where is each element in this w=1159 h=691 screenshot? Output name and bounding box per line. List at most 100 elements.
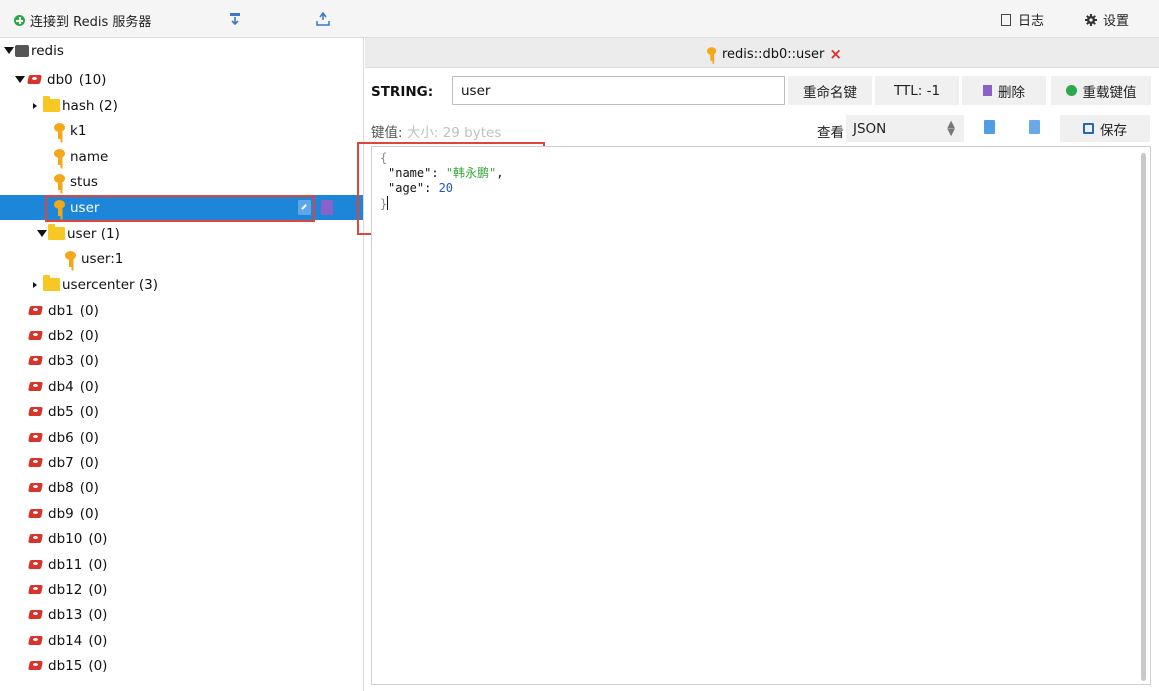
tree-db-item[interactable]: db10 (0) — [0, 527, 363, 552]
database-icon — [27, 380, 45, 394]
expand-arrow-icon[interactable] — [4, 47, 14, 54]
json-string-value: "韩永鹏" — [445, 166, 497, 180]
ttl-label: TTL: -1 — [893, 82, 941, 99]
tab-bar: redis::db0::user × — [365, 38, 1159, 68]
tree-folder-hash[interactable]: hash (2) — [0, 93, 363, 118]
tree-db-item[interactable]: db9 (0) — [0, 501, 363, 526]
db-count: (0) — [79, 505, 99, 522]
db-label: db15 — [48, 658, 83, 675]
view-as-label: 查看 — [817, 125, 844, 141]
db-count: (0) — [79, 353, 99, 370]
trash-icon[interactable] — [321, 200, 333, 215]
save-label: 保存 — [1100, 122, 1127, 139]
db-count: (0) — [79, 327, 99, 344]
database-icon — [27, 431, 45, 445]
connect-server-button[interactable]: 连接到 Redis 服务器 — [14, 11, 151, 30]
reload-label: 重载键值 — [1082, 84, 1137, 101]
connect-server-label: 连接到 Redis 服务器 — [30, 15, 152, 30]
tab-close-button[interactable]: × — [829, 45, 842, 63]
db-label: db4 — [48, 378, 74, 395]
tree-db-item[interactable]: db4 (0) — [0, 374, 363, 399]
editor-scrollbar[interactable] — [1141, 153, 1146, 681]
reload-key-button[interactable]: 重载键值 — [1051, 76, 1151, 105]
tree-db-item[interactable]: db3 (0) — [0, 349, 363, 374]
json-number-value: 20 — [438, 181, 454, 195]
tree-db-item[interactable]: db7 (0) — [0, 450, 363, 475]
db0-label: db0 — [47, 71, 73, 88]
tree-key-k1[interactable]: k1 — [0, 118, 363, 143]
tree-db-item[interactable]: db11 (0) — [0, 552, 363, 577]
tree-item-label: k1 — [70, 122, 87, 139]
save-icon — [1083, 123, 1094, 134]
json-separator: : — [424, 181, 439, 195]
tree-item-label: usercenter (3) — [62, 276, 158, 293]
database-icon — [27, 583, 45, 597]
expand-arrow-icon[interactable] — [37, 230, 47, 237]
save-button[interactable]: 保存 — [1060, 115, 1150, 142]
key-icon — [53, 199, 67, 216]
tree-db0[interactable]: db0 (10) — [0, 67, 363, 92]
database-icon — [27, 304, 45, 318]
edit-icon[interactable] — [298, 200, 311, 215]
json-brace-open: { — [380, 151, 388, 165]
delete-label: 删除 — [998, 84, 1025, 101]
db-count: (0) — [79, 454, 99, 471]
rename-label: 重命名键 — [803, 84, 857, 101]
server-icon — [15, 44, 29, 57]
document-icon[interactable] — [1029, 120, 1040, 134]
tree-key-user-selected[interactable]: user — [0, 195, 363, 220]
db-count: (0) — [88, 658, 108, 675]
export-icon[interactable] — [316, 12, 330, 26]
reload-icon — [1065, 85, 1077, 96]
database-icon — [27, 634, 45, 648]
ttl-button[interactable]: TTL: -1 — [875, 76, 959, 105]
key-name-input[interactable] — [452, 76, 785, 105]
db-count: (0) — [88, 581, 108, 598]
db-count: (0) — [88, 607, 108, 624]
db-count: (0) — [88, 632, 108, 649]
database-icon — [27, 507, 45, 521]
db-count: (0) — [88, 556, 108, 573]
collapse-arrow-icon[interactable] — [33, 281, 37, 288]
expand-arrow-icon[interactable] — [15, 76, 25, 83]
text-caret — [387, 196, 389, 210]
tree-db-item[interactable]: db14 (0) — [0, 628, 363, 653]
key-icon — [53, 122, 67, 139]
tree-db-item[interactable]: db2 (0) — [0, 323, 363, 348]
db-count: (0) — [79, 378, 99, 395]
server-label: redis — [31, 42, 64, 59]
tree-key-stus[interactable]: stus — [0, 169, 363, 194]
db-label: db11 — [48, 556, 83, 573]
settings-button[interactable]: 设置 — [1085, 10, 1129, 29]
tree-db-item[interactable]: db8 (0) — [0, 476, 363, 501]
format-select[interactable]: JSON ▲ ▼ — [846, 115, 964, 142]
rename-key-button[interactable]: 重命名键 — [788, 76, 872, 105]
folder-icon — [43, 96, 60, 112]
tree-db-item[interactable]: db12 (0) — [0, 577, 363, 602]
tree-key-name[interactable]: name — [0, 144, 363, 169]
import-icon[interactable] — [228, 12, 242, 26]
tree-db-item[interactable]: db13 (0) — [0, 603, 363, 628]
tree-db-item[interactable]: db5 (0) — [0, 400, 363, 425]
database-icon — [27, 481, 45, 495]
tree-folder-user[interactable]: user (1) — [0, 221, 363, 246]
tree-db-item[interactable]: db15 (0) — [0, 654, 363, 679]
tab-key-user[interactable]: redis::db0::user × — [705, 45, 842, 63]
database-icon — [27, 532, 45, 546]
tree-folder-usercenter[interactable]: usercenter (3) — [0, 272, 363, 297]
json-comma: , — [496, 166, 504, 180]
collapse-arrow-icon[interactable] — [33, 102, 37, 109]
tree-db-item[interactable]: db1 (0) — [0, 298, 363, 323]
tree-server-redis[interactable]: redis — [0, 38, 363, 63]
db-label: db1 — [48, 302, 74, 319]
delete-key-button[interactable]: 删除 — [962, 76, 1046, 105]
db-label: db5 — [48, 404, 74, 421]
log-button[interactable]: 日志 — [1000, 10, 1044, 29]
edit-value-icon[interactable] — [984, 120, 995, 134]
value-editor[interactable]: { "name": "韩永鹏", "age": 20 } — [371, 146, 1151, 685]
updown-chevron-icon: ▲ ▼ — [947, 118, 955, 138]
db-label: db10 — [48, 531, 83, 548]
tree-key-user-1[interactable]: user:1 — [0, 246, 363, 271]
tree-db-item[interactable]: db6 (0) — [0, 425, 363, 450]
key-detail-panel: redis::db0::user × STRING: 重命名键 TTL: -1 … — [365, 38, 1159, 691]
